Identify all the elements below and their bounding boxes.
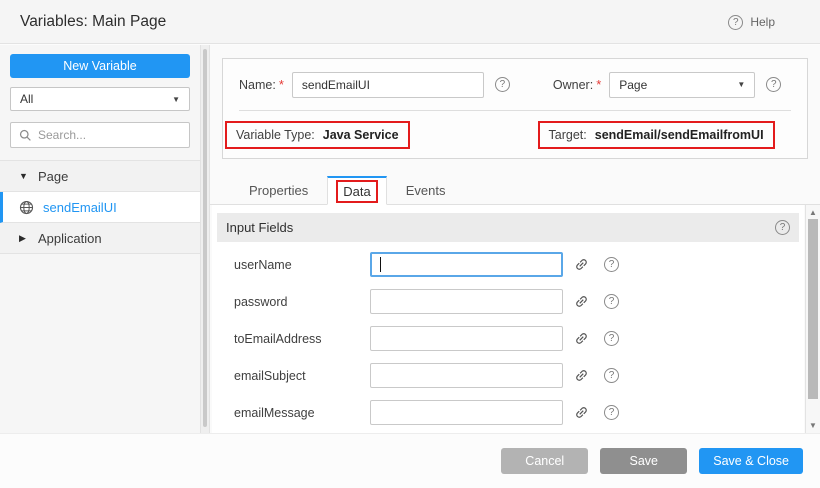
owner-label: Owner: <box>553 78 593 92</box>
field-row-username: userName ? <box>217 246 799 283</box>
tab-data-annotation: Data <box>336 180 377 203</box>
sidebar-scrollbar-thumb[interactable] <box>203 49 207 427</box>
field-label: emailMessage <box>234 406 370 420</box>
help-button[interactable]: ? Help <box>728 0 775 44</box>
variable-summary-panel: Name: * ? Owner: * Page ▼ ? Variable Typ… <box>222 58 808 159</box>
help-label: Help <box>750 15 775 29</box>
password-input[interactable] <box>370 289 563 314</box>
dialog-footer: Cancel Save Save & Close <box>0 433 820 488</box>
field-help-icon[interactable]: ? <box>604 257 619 272</box>
cancel-button[interactable]: Cancel <box>501 448 588 474</box>
field-help-icon[interactable]: ? <box>604 331 619 346</box>
username-input[interactable] <box>370 252 563 277</box>
save-and-close-button[interactable]: Save & Close <box>699 448 803 474</box>
owner-help-icon[interactable]: ? <box>766 77 781 92</box>
bind-link-icon[interactable] <box>574 331 589 346</box>
variable-type-annotation: Variable Type: Java Service <box>225 121 410 149</box>
page-title: Variables: Main Page <box>0 13 166 31</box>
search-icon <box>19 129 32 142</box>
target-value: sendEmail/sendEmailfromUI <box>595 128 764 142</box>
tree-collapsed-icon[interactable]: ▶ <box>19 233 29 244</box>
tab-label: Properties <box>249 183 308 198</box>
field-help-icon[interactable]: ? <box>604 294 619 309</box>
tree-node-application[interactable]: ▶ Application <box>0 223 200 254</box>
tree-node-label: Application <box>38 231 102 246</box>
tree-node-page[interactable]: ▼ Page <box>0 161 200 192</box>
field-help-icon[interactable]: ? <box>604 368 619 383</box>
field-input-wrap <box>370 400 563 425</box>
target-annotation: Target: sendEmail/sendEmailfromUI <box>538 121 775 149</box>
search-input[interactable]: Search... <box>10 122 190 148</box>
name-help-icon[interactable]: ? <box>495 77 510 92</box>
content-scrollbar-thumb[interactable] <box>808 219 818 399</box>
field-row-emailmessage: emailMessage ? <box>217 394 799 431</box>
emailmessage-input[interactable] <box>370 400 563 425</box>
toemailaddress-input[interactable] <box>370 326 563 351</box>
variable-detail-pane: Name: * ? Owner: * Page ▼ ? Variable Typ… <box>210 45 820 433</box>
tab-properties[interactable]: Properties <box>230 176 327 204</box>
data-tab-content: Input Fields ? userName ? password ? <box>212 205 804 433</box>
help-icon: ? <box>728 15 743 30</box>
owner-select[interactable]: Page ▼ <box>609 72 755 98</box>
owner-select-value: Page <box>619 78 647 92</box>
bind-link-icon[interactable] <box>574 368 589 383</box>
field-label: toEmailAddress <box>234 332 370 346</box>
dialog-header: Variables: Main Page ? Help <box>0 0 820 44</box>
variables-tree: ▼ Page sendEmailUI ▶ Application <box>0 160 200 254</box>
globe-icon <box>19 200 34 215</box>
target-label: Target: <box>549 128 587 142</box>
tree-expanded-icon[interactable]: ▼ <box>19 171 29 181</box>
field-help-icon[interactable]: ? <box>604 405 619 420</box>
tab-label: Data <box>343 184 370 199</box>
detail-tabs: Properties Data Events <box>210 176 820 205</box>
bind-link-icon[interactable] <box>574 405 589 420</box>
field-input-wrap <box>370 252 563 277</box>
field-row-toemailaddress: toEmailAddress ? <box>217 320 799 357</box>
field-label: password <box>234 295 370 309</box>
field-input-wrap <box>370 363 563 388</box>
type-target-row: Variable Type: Java Service Target: send… <box>223 111 807 159</box>
name-input[interactable] <box>292 72 484 98</box>
bind-link-icon[interactable] <box>574 294 589 309</box>
input-fields-title: Input Fields <box>226 220 293 235</box>
filter-dropdown-value: All <box>20 92 33 106</box>
field-row-password: password ? <box>217 283 799 320</box>
field-label: emailSubject <box>234 369 370 383</box>
filter-dropdown[interactable]: All ▼ <box>10 87 190 111</box>
field-row-emailsubject: emailSubject ? <box>217 357 799 394</box>
scroll-up-icon[interactable]: ▲ <box>806 208 820 217</box>
variable-type-label: Variable Type: <box>236 128 315 142</box>
field-input-wrap <box>370 326 563 351</box>
text-cursor <box>380 257 381 272</box>
tab-events[interactable]: Events <box>387 176 465 204</box>
field-label: userName <box>234 258 370 272</box>
emailsubject-input[interactable] <box>370 363 563 388</box>
new-variable-button[interactable]: New Variable <box>10 54 190 78</box>
scroll-down-icon[interactable]: ▼ <box>806 421 820 430</box>
input-fields-help-icon[interactable]: ? <box>775 220 790 235</box>
tree-node-label: Page <box>38 169 68 184</box>
input-fields-header: Input Fields ? <box>217 213 799 242</box>
required-marker: * <box>279 77 284 92</box>
chevron-down-icon: ▼ <box>172 95 180 104</box>
variable-type-value: Java Service <box>323 128 399 142</box>
name-label: Name: <box>239 78 276 92</box>
field-input-wrap <box>370 289 563 314</box>
bind-link-icon[interactable] <box>574 257 589 272</box>
name-owner-row: Name: * ? Owner: * Page ▼ ? <box>223 59 807 110</box>
tree-node-label: sendEmailUI <box>43 200 117 215</box>
sidebar-scrollbar[interactable] <box>200 45 210 433</box>
tab-label: Events <box>406 183 446 198</box>
save-button[interactable]: Save <box>600 448 687 474</box>
variables-sidebar: New Variable All ▼ Search... ▼ Page send… <box>0 45 200 433</box>
tab-data[interactable]: Data <box>327 176 386 205</box>
chevron-down-icon: ▼ <box>737 80 745 89</box>
content-scrollbar[interactable]: ▲ ▼ <box>805 205 820 433</box>
search-placeholder: Search... <box>38 128 86 142</box>
tree-node-sendemailui[interactable]: sendEmailUI <box>0 192 200 223</box>
required-marker: * <box>596 77 601 92</box>
